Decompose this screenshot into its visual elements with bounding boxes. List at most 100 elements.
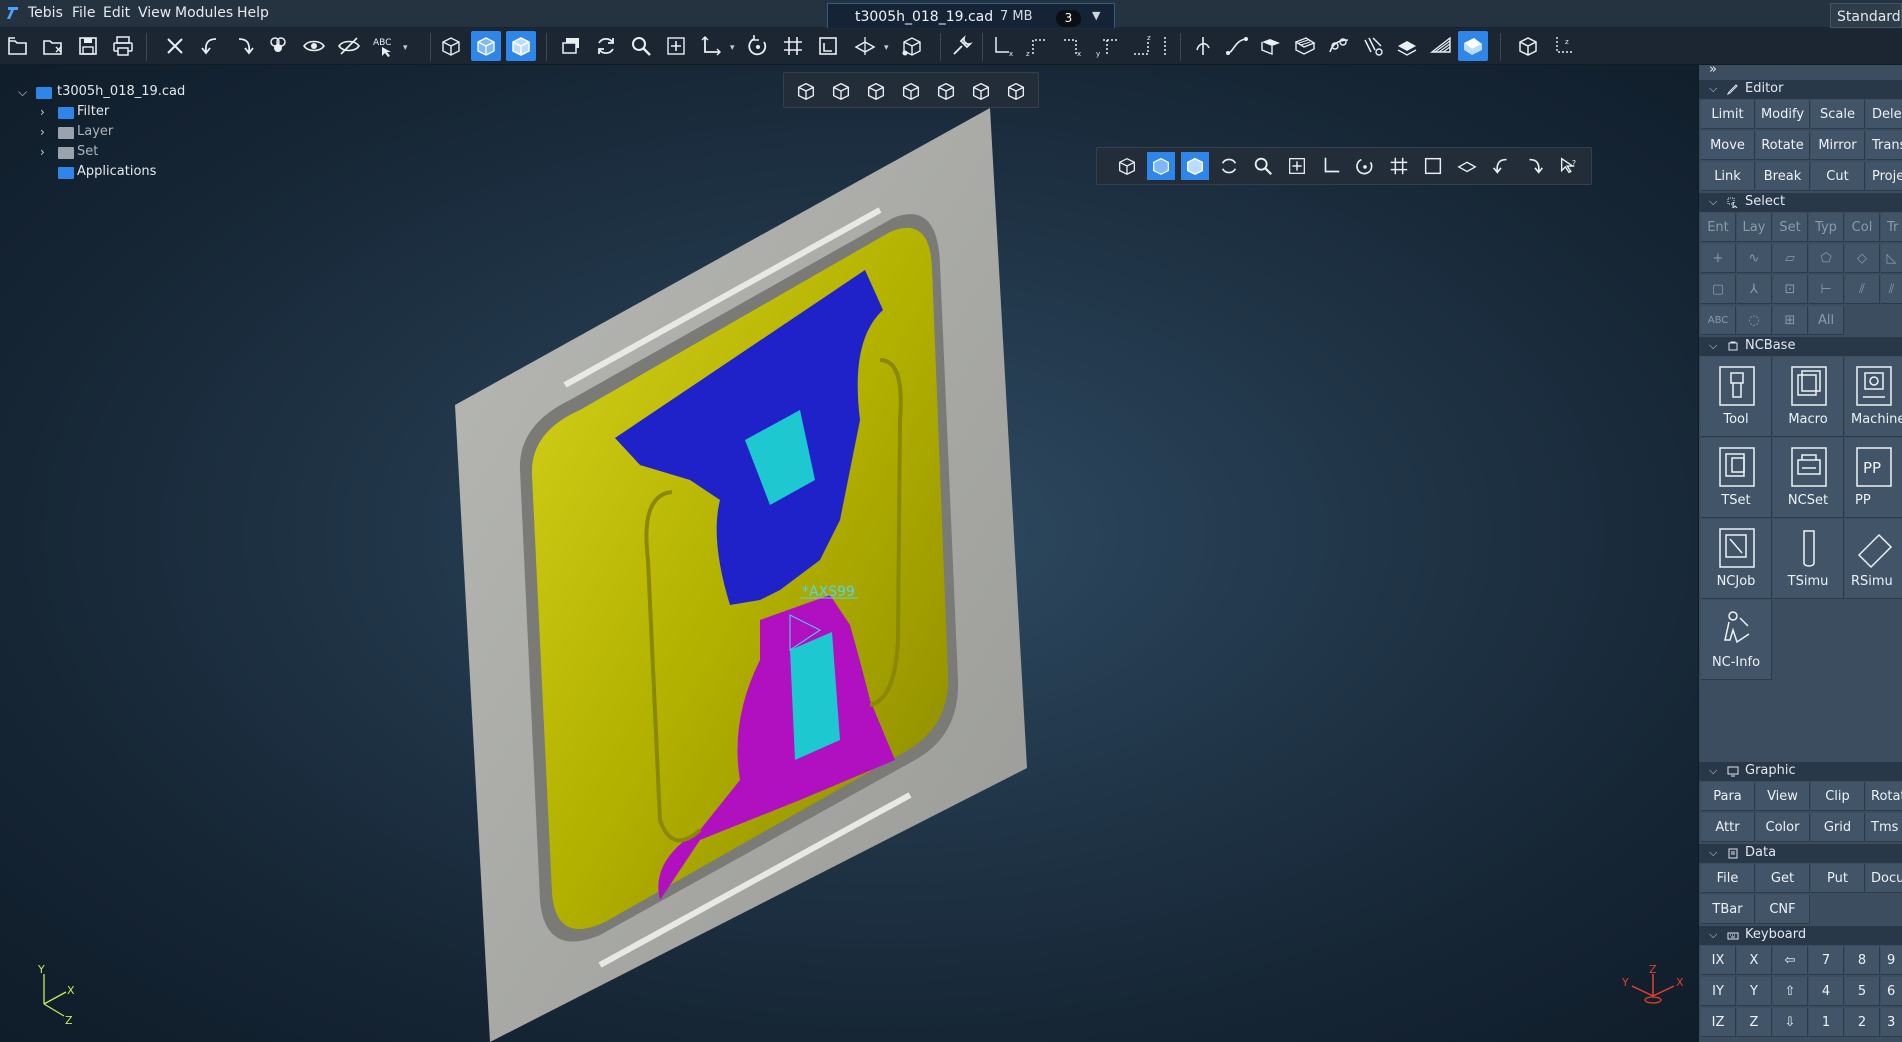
key-5[interactable]: 5 (1845, 977, 1880, 1006)
select-tr-button[interactable]: Tr (1881, 213, 1902, 242)
file-tab[interactable]: t3005h_018_19.cad 7 MB 3 ▼ (827, 3, 1115, 28)
editor-delete-button[interactable]: Delete (1866, 100, 1902, 129)
pan-icon[interactable] (661, 31, 691, 61)
graphic-grid-button[interactable]: Grid (1811, 813, 1865, 842)
loft-surface-icon[interactable] (1358, 31, 1388, 61)
graphic-color-button[interactable]: Color (1756, 813, 1810, 842)
view-cube-icon[interactable] (792, 77, 820, 105)
tree-chevron-right-icon[interactable]: › (40, 105, 45, 119)
select-typ-button[interactable]: Typ (1809, 213, 1844, 242)
graphic-rotate-button[interactable]: Rotate (1866, 782, 1902, 811)
refresh-icon[interactable] (591, 31, 621, 61)
editor-project-button[interactable]: Project (1866, 162, 1902, 191)
grid-icon[interactable] (778, 31, 808, 61)
spline-icon[interactable] (1222, 31, 1252, 61)
key-down-arrow-icon[interactable]: ⇩ (1773, 1008, 1808, 1037)
measure-axes-zx-icon[interactable]: z (1022, 31, 1052, 61)
menu-file[interactable]: File (72, 5, 95, 21)
select-all-button[interactable]: All (1809, 306, 1844, 335)
graphic-section-header[interactable]: ⌵ Graphic (1699, 762, 1902, 781)
open-file-icon[interactable] (3, 31, 33, 61)
fillet-surface-icon[interactable] (1426, 31, 1456, 61)
section-plane-icon[interactable] (850, 31, 880, 61)
ncbase-macro-button[interactable]: Macro (1773, 357, 1844, 437)
editor-break-button[interactable]: Break (1756, 162, 1810, 191)
key-iy[interactable]: IY (1701, 977, 1736, 1006)
select-hatch2-icon[interactable]: ⫽ (1881, 275, 1902, 304)
zoom-icon[interactable] (626, 31, 656, 61)
zoom-icon[interactable] (1249, 152, 1277, 180)
data-put-button[interactable]: Put (1811, 864, 1865, 893)
panel-collapse-icon[interactable]: » (1699, 62, 1902, 77)
view-cube-icon[interactable] (897, 77, 925, 105)
select-measure-icon[interactable]: ⊢ (1809, 275, 1844, 304)
chevron-down-icon[interactable]: ⌵ (1709, 928, 1717, 942)
menu-help[interactable]: Help (237, 5, 269, 21)
offset-surface-icon[interactable] (1392, 31, 1422, 61)
view-cube-icon[interactable] (967, 77, 995, 105)
coordinate-system-icon[interactable]: z (1548, 31, 1578, 61)
ncbase-section-header[interactable]: ⌵ NCBase (1699, 337, 1902, 356)
cancel-icon[interactable] (160, 31, 190, 61)
editor-transform-button[interactable]: Transform (1866, 131, 1902, 160)
data-section-header[interactable]: ⌵ Data (1699, 844, 1902, 863)
menu-view[interactable]: View (138, 5, 171, 21)
editor-limit-button[interactable]: Limit (1701, 100, 1755, 129)
view-cube-icon[interactable] (827, 77, 855, 105)
data-docu-button[interactable]: Docu (1866, 864, 1902, 893)
editor-move-button[interactable]: Move (1701, 131, 1755, 160)
measure-axes-more-icon[interactable] (1157, 31, 1173, 61)
key-y[interactable]: Y (1737, 977, 1772, 1006)
select-boundary-icon[interactable]: ▢ (1701, 275, 1736, 304)
ncbase-pp-button[interactable]: PP PP (1845, 438, 1902, 518)
key-2[interactable]: 2 (1845, 1008, 1880, 1037)
key-up-arrow-icon[interactable]: ⇧ (1773, 977, 1808, 1006)
select-hatch-icon[interactable]: ⫽ (1845, 275, 1880, 304)
ncbase-rsimu-button[interactable]: RSimu (1845, 519, 1902, 599)
key-6[interactable]: 6 (1881, 977, 1902, 1006)
key-8[interactable]: 8 (1845, 946, 1880, 975)
graphic-attr-button[interactable]: Attr (1701, 813, 1755, 842)
select-surface-icon[interactable]: ▱ (1773, 244, 1808, 273)
select-lay-button[interactable]: Lay (1737, 213, 1772, 242)
shaded-view-icon[interactable] (471, 31, 501, 61)
mode-selector[interactable]: Standard (1830, 3, 1902, 28)
select-axis-icon[interactable]: ⅄ (1737, 275, 1772, 304)
ncbase-ncinfo-button[interactable]: NC-Info (1701, 600, 1772, 680)
clip-window-icon[interactable] (1419, 152, 1447, 180)
key-1[interactable]: 1 (1809, 1008, 1844, 1037)
axis-view-icon[interactable] (1317, 152, 1345, 180)
key-3[interactable]: 3 (1881, 1008, 1902, 1037)
wireframe-view-icon[interactable] (436, 31, 466, 61)
view-cube-icon[interactable] (1002, 77, 1030, 105)
data-tbar-button[interactable]: TBar (1701, 895, 1755, 924)
tree-chevron-right-icon[interactable]: › (40, 145, 45, 159)
select-section-header[interactable]: ⌵ Select (1699, 193, 1902, 212)
select-ent-button[interactable]: Ent (1701, 213, 1736, 242)
sweep-surface-icon[interactable] (1324, 31, 1354, 61)
select-point-icon[interactable]: + (1701, 244, 1736, 273)
chevron-down-icon[interactable]: ⌵ (1709, 195, 1717, 209)
solid-box-icon[interactable] (1513, 31, 1543, 61)
select-patch-icon[interactable]: ◇ (1845, 244, 1880, 273)
menu-tebis[interactable]: Tebis (28, 5, 63, 21)
surface-icon[interactable] (1256, 31, 1286, 61)
chevron-down-icon[interactable]: ⌵ (1709, 339, 1717, 353)
ncbase-tsimu-button[interactable]: TSimu (1773, 519, 1844, 599)
measure-axes-yx-icon[interactable]: y (1092, 31, 1122, 61)
box-select-icon[interactable] (897, 31, 927, 61)
editor-cut-button[interactable]: Cut (1811, 162, 1865, 191)
editor-link-button[interactable]: Link (1701, 162, 1755, 191)
select-set-button[interactable]: Set (1773, 213, 1808, 242)
select-group-icon[interactable]: ⊞ (1773, 306, 1808, 335)
editor-scale-button[interactable]: Scale (1811, 100, 1865, 129)
tree-chevron-right-icon[interactable]: › (40, 125, 45, 139)
ncbase-machine-button[interactable]: Machine (1845, 357, 1902, 437)
measure-axes-xz-icon[interactable]: x (988, 31, 1018, 61)
editor-mirror-button[interactable]: Mirror (1811, 131, 1865, 160)
select-text-icon[interactable]: ABC (1701, 306, 1736, 335)
keyboard-section-header[interactable]: ⌵ Keyboard (1699, 926, 1902, 945)
cad-model[interactable]: *AXS99 (0, 65, 1698, 1042)
graphic-tms-button[interactable]: Tms (1866, 813, 1902, 842)
key-iz[interactable]: IZ (1701, 1008, 1736, 1037)
